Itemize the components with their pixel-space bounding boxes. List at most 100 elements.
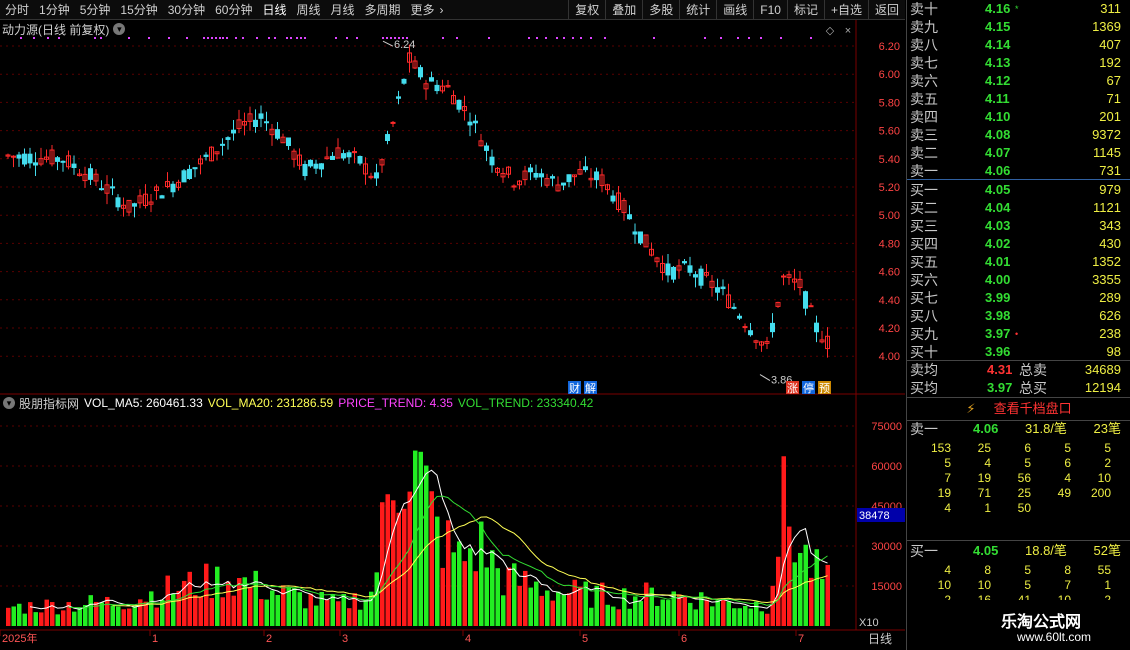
sell-level-row[interactable]: 卖六 4.12 67 <box>907 72 1123 90</box>
buy-level-row[interactable]: 买七 3.99 289 <box>907 289 1123 307</box>
buy-total: 12194 <box>1084 380 1121 395</box>
signal-dot <box>442 37 444 39</box>
price-tick-label: 6.00 <box>879 69 900 81</box>
queue-row: 19 71 25 49 200 <box>907 486 1129 501</box>
buy-level-row[interactable]: 买六 4.00 3355 <box>907 271 1123 289</box>
buy-level-row[interactable]: 买四 4.02 430 <box>907 235 1123 253</box>
candle-body <box>803 291 808 309</box>
level-label: 卖三 <box>910 127 938 143</box>
price-tick-label: 5.80 <box>879 97 900 109</box>
level-price: 3.99 <box>985 290 1011 305</box>
volume-bar <box>660 599 665 626</box>
volume-bar <box>787 526 792 626</box>
volume-tick-label: 75000 <box>871 421 902 433</box>
queue-cell: 6 <box>1024 441 1031 455</box>
level-label: 卖十 <box>910 1 938 17</box>
volume-bar <box>402 508 407 626</box>
signal-dot <box>286 37 288 39</box>
signal-dot <box>47 37 49 39</box>
x-axis-label: 2025年 <box>2 631 37 645</box>
signal-dot <box>590 37 592 39</box>
signal-dot <box>556 37 558 39</box>
volume-bar <box>435 516 440 626</box>
price-tick-label: 5.60 <box>879 126 900 138</box>
signal-dot <box>810 37 812 39</box>
event-badge-label: 解 <box>585 381 596 395</box>
volume-bar <box>792 562 797 626</box>
level-quantity: 407 <box>1099 37 1121 52</box>
candle-body <box>187 168 192 179</box>
vol-trend-label: VOL_TREND: 233340.42 <box>457 396 594 410</box>
current-volume-label: 38478 <box>859 510 890 522</box>
x-axis-label: 5 <box>582 633 588 645</box>
level-quantity: 67 <box>1106 73 1121 88</box>
volume-bar <box>286 587 291 626</box>
volume-bar <box>737 608 742 626</box>
buy-level-row[interactable]: 买九 3.97 • 238 <box>907 325 1123 343</box>
candle-body <box>110 186 115 189</box>
volume-bar <box>385 494 390 626</box>
volume-bar <box>319 591 324 626</box>
buy-level-row[interactable]: 买五 4.01 1352 <box>907 253 1123 271</box>
volume-bar <box>281 585 286 626</box>
candle-body <box>396 96 401 99</box>
signal-dot <box>203 37 205 39</box>
sell-level-row[interactable]: 卖八 4.14 407 <box>907 36 1123 54</box>
candle-body <box>808 305 814 308</box>
x-axis-label: 3 <box>342 633 348 645</box>
candle-body <box>715 287 720 293</box>
sell-level-row[interactable]: 卖一 4.06 731 <box>907 162 1123 180</box>
buy-level-row[interactable]: 买八 3.98 626 <box>907 307 1123 325</box>
candle-body <box>181 170 187 183</box>
volume-bar <box>220 597 225 626</box>
volume-bar <box>391 500 396 626</box>
sell1-queue-grid: 153 25 6 5 5 5 4 5 6 2 7 19 56 4 10 19 71 25 49 200 4 1 50 <box>907 441 1129 516</box>
sell-level-row[interactable]: 卖五 4.11 71 <box>907 90 1123 108</box>
sell-avg-price: 4.31 <box>987 362 1013 377</box>
sell-level-row[interactable]: 卖三 4.08 9372 <box>907 126 1123 144</box>
volume-bar <box>171 593 176 626</box>
buy-level-row[interactable]: 买三 4.03 343 <box>907 217 1123 235</box>
candle-body <box>742 326 748 329</box>
candle-body <box>533 172 539 178</box>
volume-bar <box>248 587 253 626</box>
volume-bar <box>677 594 682 626</box>
view-depth-button[interactable]: ⚡ 查看千档盘口 <box>907 398 1130 420</box>
diamond-icon: ◇ <box>826 25 835 37</box>
sell-average-row: 卖均 4.31 总卖 34689 <box>907 361 1123 379</box>
candle-body <box>220 143 225 146</box>
buy-level-row[interactable]: 买二 4.04 1121 <box>907 199 1123 217</box>
buy-average-row: 买均 3.97 总买 12194 <box>907 379 1123 397</box>
queue-row: 10 10 5 7 1 <box>907 578 1129 593</box>
volume-bar <box>781 456 786 626</box>
signal-dot <box>580 37 582 39</box>
queue-cell: 8 <box>984 563 991 577</box>
price-tick-label: 4.00 <box>879 351 900 363</box>
sell-level-row[interactable]: 卖七 4.13 192 <box>907 54 1123 72</box>
buy-level-row[interactable]: 买十 3.96 98 <box>907 343 1123 361</box>
chevron-down-icon[interactable]: ▾ <box>3 397 15 409</box>
level-label: 买七 <box>910 290 938 306</box>
ma5-label: VOL_MA5: 260461.33 <box>84 396 203 410</box>
sell-level-row[interactable]: 卖十 4.16 * 311 <box>907 0 1123 18</box>
queue-cell: 5 <box>1104 441 1111 455</box>
volume-bar <box>242 577 247 626</box>
sell-level-row[interactable]: 卖四 4.10 201 <box>907 108 1123 126</box>
candle-body <box>33 162 38 166</box>
sell-level-row[interactable]: 卖二 4.07 1145 <box>907 144 1123 162</box>
signal-dot <box>604 37 606 39</box>
volume-bar <box>116 606 121 626</box>
candle-body <box>693 274 698 278</box>
candle-body <box>456 99 462 110</box>
volume-bar <box>556 591 561 626</box>
price-tick-label: 6.20 <box>879 41 900 53</box>
candle-body <box>401 78 407 84</box>
kline-chart[interactable]: 6.20 6.00 5.80 5.60 5.40 5.20 5.00 4.80 4.60 4.40… <box>0 0 905 650</box>
buy-level-row[interactable]: 买一 4.05 979 <box>907 181 1123 199</box>
volume-bar <box>726 601 731 626</box>
volume-bar <box>88 595 93 626</box>
sell-level-row[interactable]: 卖九 4.15 1369 <box>907 18 1123 36</box>
candle-body <box>302 163 308 177</box>
x-axis-label: 2 <box>266 633 272 645</box>
volume-bar <box>380 502 385 626</box>
